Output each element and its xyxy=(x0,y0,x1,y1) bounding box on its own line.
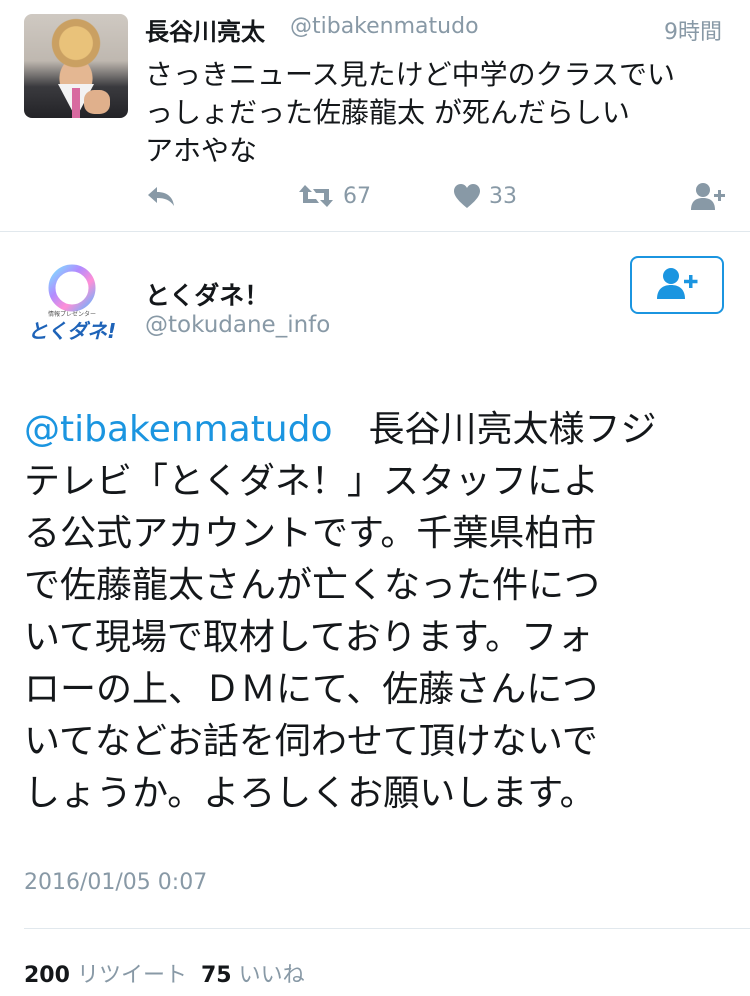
divider xyxy=(0,231,750,232)
retweet-stat[interactable]: 200 リツイート xyxy=(24,963,187,988)
reply-icon xyxy=(145,183,177,209)
tweet-text-line: いて現場で取材しております。フォ xyxy=(24,617,594,658)
user-name[interactable]: 長谷川亮太 xyxy=(145,12,265,47)
retweet-button[interactable]: 67 xyxy=(297,178,371,214)
like-label: いいね xyxy=(238,963,305,988)
tweet-actions: 67 33 xyxy=(145,178,735,214)
retweet-icon xyxy=(297,183,335,209)
heart-icon xyxy=(453,183,481,209)
tweet-text-line: いてなどお話を伺わせて頂けないで xyxy=(24,721,598,762)
reply-button[interactable] xyxy=(145,178,177,214)
logo-text: とくダネ! xyxy=(28,319,116,343)
tweet-text-line: @tibakenmatudo 長谷川亮太様フジ xyxy=(24,404,734,456)
user-name[interactable]: とくダネ！ xyxy=(145,276,269,312)
tweet-time: 9時間 xyxy=(664,20,722,45)
divider xyxy=(24,928,750,929)
tweet-text-line: ローの上、ＤＭにて、佐藤さんにつ xyxy=(24,669,599,710)
like-count: 75 xyxy=(200,963,232,988)
tweet-text-line: る公式アカウントです。千葉県柏市 xyxy=(24,513,597,554)
tweet-reply[interactable]: 長谷川亮太 @tibakenmatudo 9時間 さっきニュース見たけど中学のク… xyxy=(0,0,750,232)
tokudane-logo: 情報プレゼンター とくダネ! xyxy=(28,264,116,343)
follow-user-icon xyxy=(655,266,699,304)
mention-link[interactable]: @tibakenmatudo xyxy=(24,409,333,450)
user-handle[interactable]: @tokudane_info xyxy=(145,312,330,338)
tweet-text-line: で佐藤龍太さんが亡くなった件につ xyxy=(24,565,601,606)
logo-subtext: 情報プレゼンター xyxy=(48,310,96,318)
tweet-stats: 200 リツイート 75 いいね xyxy=(24,957,305,989)
follow-user-icon xyxy=(689,181,727,211)
avatar[interactable] xyxy=(24,14,128,118)
tweet-text-line: さっきニュース見たけど中学のクラスでい xyxy=(145,58,676,91)
like-count: 33 xyxy=(489,183,517,209)
like-stat[interactable]: 75 いいね xyxy=(201,963,305,988)
follow-button[interactable] xyxy=(689,178,727,214)
retweet-label: リツイート xyxy=(76,963,187,988)
tweet-date[interactable]: 2016/01/05 0:07 xyxy=(24,870,207,895)
like-button[interactable]: 33 xyxy=(453,178,517,214)
user-handle[interactable]: @tibakenmatudo xyxy=(290,14,479,39)
retweet-count: 200 xyxy=(24,963,70,988)
retweet-count: 67 xyxy=(343,183,371,209)
tweet-text-line: アホやな xyxy=(145,134,258,167)
follow-button[interactable] xyxy=(630,256,724,314)
tweet-text-line: テレビ「とくダネ！」スタッフによ xyxy=(24,461,599,502)
tweet-text: @tibakenmatudo 長谷川亮太様フジ テレビ「とくダネ！」スタッフによ… xyxy=(24,404,734,820)
tweet-text-segment: 長谷川亮太様フジ xyxy=(368,409,657,450)
tweet-text-line: しょうか。よろしくお願いします。 xyxy=(24,773,596,814)
tweet-text-line: っしょだった佐藤龍太 が死んだらしい xyxy=(145,96,630,129)
avatar[interactable]: 情報プレゼンター とくダネ! xyxy=(28,258,116,346)
tweet-text: さっきニュース見たけど中学のクラスでい っしょだった佐藤龍太 が死んだらしい ア… xyxy=(145,56,715,170)
